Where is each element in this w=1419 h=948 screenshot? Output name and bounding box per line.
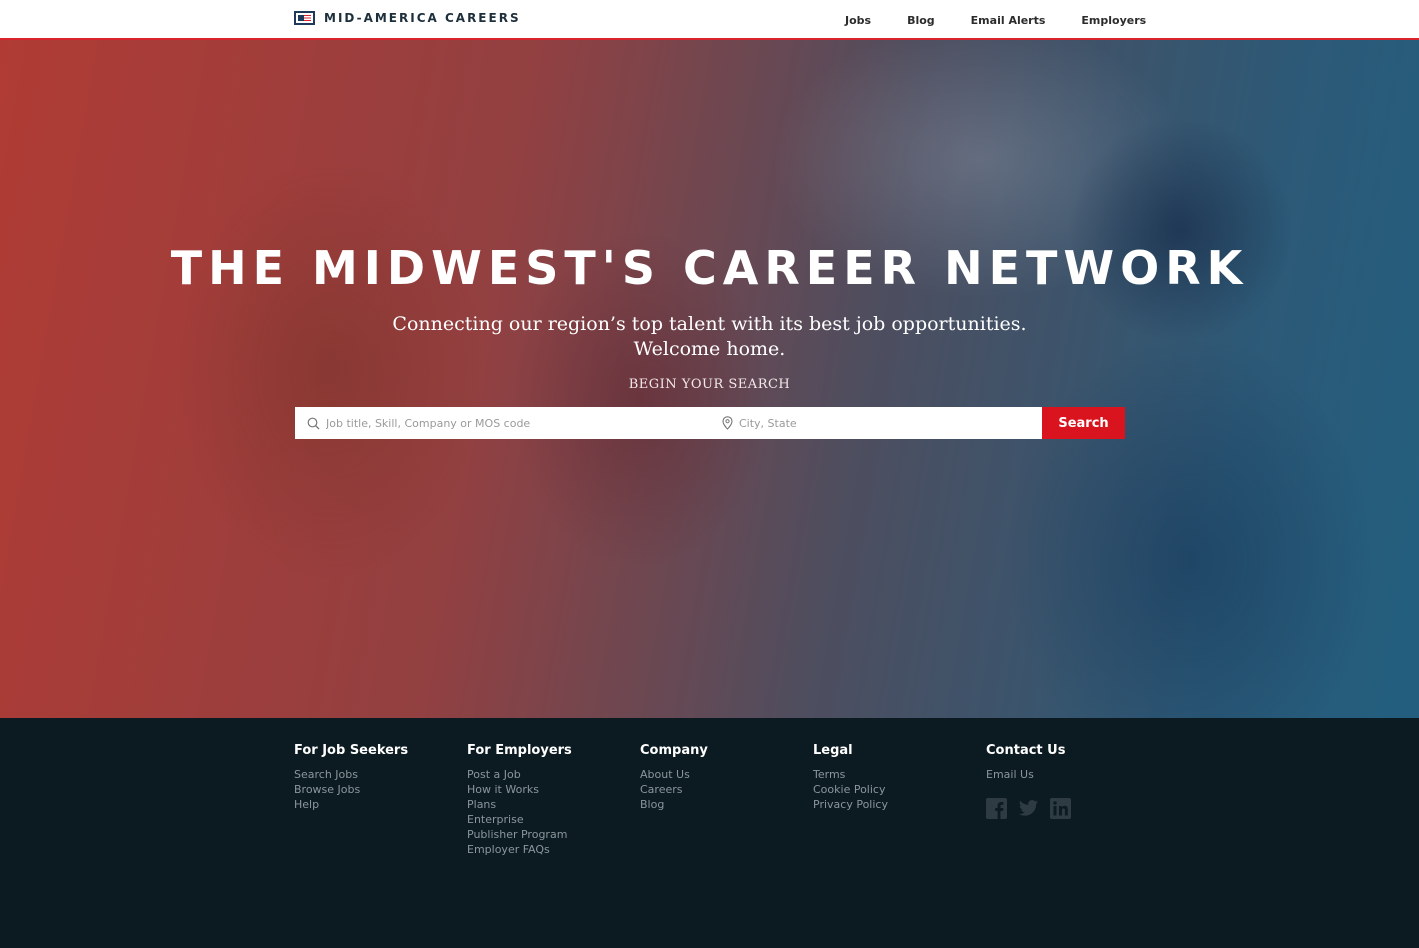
footer-link-search-jobs[interactable]: Search Jobs	[294, 767, 408, 782]
footer-heading: For Employers	[467, 743, 572, 758]
footer-link-plans[interactable]: Plans	[467, 797, 572, 812]
footer-link-terms[interactable]: Terms	[813, 767, 888, 782]
footer-link-blog[interactable]: Blog	[640, 797, 708, 812]
brand-logo-link[interactable]: MID-AMERICA CAREERS	[294, 11, 521, 25]
footer-link-publisher-program[interactable]: Publisher Program	[467, 827, 572, 842]
footer-link-employer-faqs[interactable]: Employer FAQs	[467, 842, 572, 857]
footer-link-post-a-job[interactable]: Post a Job	[467, 767, 572, 782]
facebook-icon[interactable]	[986, 798, 1007, 819]
footer-heading: For Job Seekers	[294, 743, 409, 758]
search-icon	[307, 417, 320, 429]
site-footer: For Job Seekers Search Jobs Browse Jobs …	[0, 718, 1419, 948]
location-field	[710, 407, 1042, 439]
footer-column-company: Company About Us Careers Blog	[640, 743, 708, 812]
linkedin-icon[interactable]	[1050, 798, 1071, 819]
footer-column-legal: Legal Terms Cookie Policy Privacy Policy	[813, 743, 888, 812]
search-button[interactable]: Search	[1042, 407, 1125, 439]
footer-link-privacy-policy[interactable]: Privacy Policy	[813, 797, 888, 812]
hero-subtitle-line-2: Welcome home.	[633, 338, 786, 360]
nav-link-jobs[interactable]: Jobs	[845, 14, 871, 27]
top-navigation-bar: MID-AMERICA CAREERS Jobs Blog Email Aler…	[0, 0, 1419, 40]
hero-title: THE MIDWEST'S CAREER NETWORK	[170, 241, 1249, 295]
map-pin-icon	[722, 416, 733, 430]
footer-link-careers[interactable]: Careers	[640, 782, 708, 797]
location-input[interactable]	[739, 416, 1042, 430]
job-search-form: Search	[295, 407, 1125, 439]
footer-link-about-us[interactable]: About Us	[640, 767, 708, 782]
footer-link-help[interactable]: Help	[294, 797, 408, 812]
hero-banner: THE MIDWEST'S CAREER NETWORK Connecting …	[0, 40, 1419, 718]
nav-link-blog[interactable]: Blog	[907, 14, 935, 27]
hero-subtitle: Connecting our region’s top talent with …	[0, 312, 1419, 362]
job-query-input[interactable]	[326, 416, 710, 430]
footer-column-employers: For Employers Post a Job How it Works Pl…	[467, 743, 572, 857]
nav-link-email-alerts[interactable]: Email Alerts	[971, 14, 1046, 27]
footer-link-cookie-policy[interactable]: Cookie Policy	[813, 782, 888, 797]
footer-link-enterprise[interactable]: Enterprise	[467, 812, 572, 827]
footer-column-job-seekers: For Job Seekers Search Jobs Browse Jobs …	[294, 743, 408, 812]
nav-link-employers[interactable]: Employers	[1081, 14, 1146, 27]
brand-flag-icon	[294, 11, 315, 25]
job-query-field	[295, 407, 710, 439]
footer-heading: Company	[640, 743, 708, 758]
main-nav: Jobs Blog Email Alerts Employers	[845, 14, 1182, 27]
twitter-icon[interactable]	[1018, 798, 1039, 819]
footer-link-email-us[interactable]: Email Us	[986, 767, 1071, 782]
brand-name: MID-AMERICA CAREERS	[324, 11, 521, 25]
footer-heading: Legal	[813, 743, 853, 758]
social-links	[986, 798, 1071, 819]
footer-heading: Contact Us	[986, 743, 1066, 758]
footer-column-contact: Contact Us Email Us	[986, 743, 1071, 819]
footer-link-browse-jobs[interactable]: Browse Jobs	[294, 782, 408, 797]
footer-link-how-it-works[interactable]: How it Works	[467, 782, 572, 797]
begin-search-label: BEGIN YOUR SEARCH	[628, 377, 791, 392]
hero-subtitle-line-1: Connecting our region’s top talent with …	[392, 313, 1027, 335]
